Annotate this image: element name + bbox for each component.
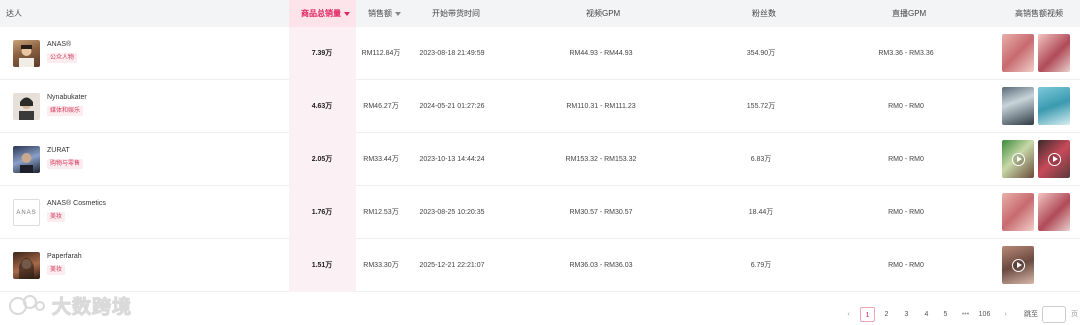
avatar[interactable]: [13, 93, 40, 120]
video-thumbnail[interactable]: [1002, 34, 1034, 72]
watermark-text: 大数跨境: [51, 296, 133, 318]
followers: 354.90万: [746, 50, 776, 57]
revenue: RM112.84万: [361, 50, 401, 57]
header-start-time: 开始带货时间: [432, 9, 480, 18]
creator-name[interactable]: Nynabukater: [47, 94, 87, 101]
revenue: RM33.44万: [363, 156, 399, 163]
video-thumbnail[interactable]: [1038, 193, 1070, 231]
header-video-gpm: 视频GPM: [586, 9, 621, 18]
table-row[interactable]: Paperfarah 美妆 1.51万 RM33.30万 2025-12-21 …: [0, 239, 1080, 292]
page-ellipsis[interactable]: •••: [958, 307, 973, 322]
header-revenue-label: 销售额: [368, 9, 392, 18]
total-sales: 2.05万: [311, 156, 333, 163]
start-time: 2025-12-21 22:21:07: [419, 262, 485, 269]
video-thumbnail[interactable]: [1002, 193, 1034, 231]
start-time: 2023-08-25 10:20:35: [419, 209, 485, 216]
play-icon: [1011, 258, 1025, 272]
jump-label: 跳至: [1024, 311, 1038, 318]
total-sales: 4.63万: [311, 103, 333, 110]
watermark-logo-icon: [9, 295, 45, 315]
creator-name[interactable]: ANAS®: [47, 41, 71, 48]
sort-desc-icon: [344, 11, 350, 16]
header-revenue[interactable]: 销售额: [368, 0, 401, 27]
jump-suffix: 页: [1071, 311, 1078, 318]
creator-name[interactable]: Paperfarah: [47, 253, 82, 260]
start-time: 2023-08-18 21:49:59: [419, 50, 485, 57]
video-gpm: RM30.57 - RM30.57: [569, 209, 633, 216]
video-gpm: RM44.93 - RM44.93: [569, 50, 633, 57]
video-thumbnail[interactable]: [1038, 87, 1070, 125]
category-tag: 公众人物: [47, 53, 78, 63]
page-106-button[interactable]: 106: [977, 307, 992, 322]
prev-page-button[interactable]: ‹: [841, 307, 856, 322]
video-thumbnail[interactable]: [1038, 34, 1070, 72]
creator-name[interactable]: ANAS® Cosmetics: [47, 200, 106, 207]
revenue: RM46.27万: [363, 103, 399, 110]
live-gpm: RM0 - RM0: [888, 156, 924, 163]
avatar[interactable]: [13, 252, 40, 279]
video-gpm: RM110.31 - RM111.23: [566, 103, 636, 110]
table-row[interactable]: ANAS® 公众人物 7.39万 RM112.84万 2023-08-18 21…: [0, 27, 1080, 80]
start-time: 2024-05-21 01:27:26: [419, 103, 485, 110]
live-gpm: RM0 - RM0: [888, 209, 924, 216]
header-top-videos: 高销售额视频: [1015, 9, 1063, 18]
creator-name[interactable]: ZURAT: [47, 147, 70, 154]
avatar-logo[interactable]: ANAS: [13, 199, 40, 226]
avatar[interactable]: [13, 146, 40, 173]
live-gpm: RM0 - RM0: [888, 103, 924, 110]
header-total-sales-label: 商品总销量: [301, 9, 341, 18]
next-page-button[interactable]: ›: [998, 307, 1013, 322]
page-4-button[interactable]: 4: [919, 307, 934, 322]
category-tag: 美妆: [47, 265, 66, 275]
jump-page-input[interactable]: [1042, 306, 1066, 323]
page-2-button[interactable]: 2: [879, 307, 894, 322]
avatar-logo-text: ANAS: [16, 209, 37, 216]
table-header: 达人 商品总销量 销售额 开始带货时间 视频GPM 粉丝数 直播GPM 高销售额…: [0, 0, 1080, 27]
avatar[interactable]: [13, 40, 40, 67]
total-sales: 7.39万: [311, 50, 333, 57]
live-gpm: RM3.36 - RM3.36: [878, 50, 934, 57]
total-sales: 1.51万: [311, 262, 333, 269]
video-thumbnail[interactable]: [1002, 87, 1034, 125]
revenue: RM33.30万: [363, 262, 399, 269]
live-gpm: RM0 - RM0: [888, 262, 924, 269]
table-row[interactable]: Nynabukater 媒体和娱乐 4.63万 RM46.27万 2024-05…: [0, 80, 1080, 133]
followers: 18.44万: [748, 209, 774, 216]
video-gpm: RM153.32 - RM153.32: [565, 156, 637, 163]
category-tag: 媒体和娱乐: [47, 106, 84, 116]
play-icon: [1011, 152, 1025, 166]
watermark: 大数跨境: [8, 290, 132, 320]
table-row[interactable]: ZURAT 购物与零售 2.05万 RM33.44万 2023-10-13 14…: [0, 133, 1080, 186]
video-thumbnail[interactable]: [1002, 140, 1034, 178]
category-tag: 美妆: [47, 212, 66, 222]
header-total-sales[interactable]: 商品总销量: [301, 0, 350, 27]
video-thumbnail[interactable]: [1002, 246, 1034, 284]
total-sales: 1.76万: [311, 209, 333, 216]
header-live-gpm: 直播GPM: [892, 9, 927, 18]
followers: 6.83万: [750, 156, 772, 163]
sort-icon: [395, 11, 401, 16]
play-icon: [1047, 152, 1061, 166]
followers: 155.72万: [746, 103, 776, 110]
page-5-button[interactable]: 5: [938, 307, 953, 322]
header-followers: 粉丝数: [752, 9, 776, 18]
header-creator: 达人: [6, 9, 22, 18]
table-row[interactable]: ANAS ANAS® Cosmetics 美妆 1.76万 RM12.53万 2…: [0, 186, 1080, 239]
page-1-button[interactable]: 1: [860, 307, 875, 322]
followers: 6.79万: [750, 262, 772, 269]
category-tag: 购物与零售: [47, 159, 84, 169]
start-time: 2023-10-13 14:44:24: [419, 156, 485, 163]
page-3-button[interactable]: 3: [899, 307, 914, 322]
revenue: RM12.53万: [363, 209, 399, 216]
video-gpm: RM36.03 - RM36.03: [569, 262, 633, 269]
video-thumbnail[interactable]: [1038, 140, 1070, 178]
